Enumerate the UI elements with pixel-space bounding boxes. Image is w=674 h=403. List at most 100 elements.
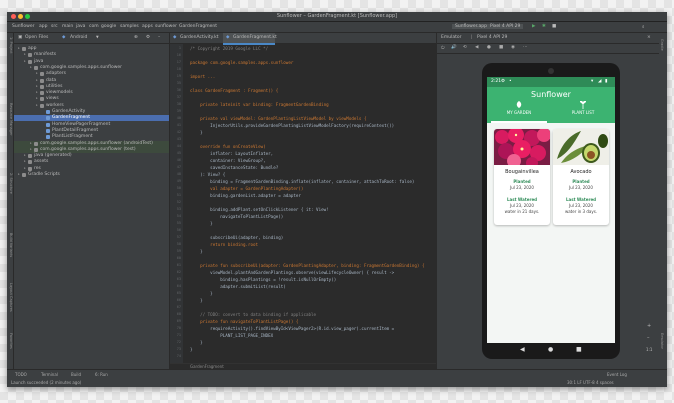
code-line[interactable]: adapter.submitList(result)	[190, 284, 286, 290]
tool-window-structure[interactable]: 2: Structure	[7, 173, 13, 194]
code-line[interactable]: // TODO: convert to data binding if appl…	[190, 312, 316, 318]
expand-arrow-icon[interactable]: ▸	[24, 59, 26, 63]
tab-garden-fragment[interactable]: ◆ GardenFragment.kt	[223, 33, 277, 45]
zoom-in-icon[interactable]: +	[647, 323, 651, 329]
tree-item[interactable]: ▸ Gradle Scripts	[14, 172, 169, 178]
volume-up-icon[interactable]: 🔊	[451, 45, 457, 50]
code-line[interactable]: /* Copyright 2019 Google LLC */	[190, 46, 268, 52]
tree-item[interactable]: GardenActivity	[14, 109, 169, 115]
search-icon[interactable]: ⌕	[642, 24, 645, 30]
code-line[interactable]: }	[190, 298, 203, 304]
tab-plant-list[interactable]: PLANT LIST	[551, 110, 615, 115]
code-line[interactable]: requireActivity().findViewById<ViewPager…	[190, 326, 394, 332]
nav-crumb[interactable]: samples	[120, 24, 139, 29]
tab-garden-activity[interactable]: ◆ GardenActivity.kt	[170, 33, 222, 43]
open-files-tab[interactable]: Open Files	[25, 35, 48, 40]
expand-arrow-icon[interactable]: ▸	[36, 96, 38, 100]
expand-arrow-icon[interactable]: ▸	[30, 65, 32, 69]
tool-window-gradle[interactable]: Gradle	[660, 39, 664, 51]
target-icon[interactable]: ⊕	[134, 35, 138, 40]
tree-item[interactable]: ▸ assets	[14, 159, 169, 165]
plant-card-avocado[interactable]: Avocado Planted Jul 23, 2020 Last Watere…	[553, 129, 609, 225]
nav-crumb[interactable]: google	[101, 24, 116, 29]
tree-item[interactable]: ▸ com.google.samples.apps.sunflower	[14, 65, 169, 71]
code-line[interactable]: }	[190, 249, 203, 255]
code-line[interactable]: InjectorUtils.provideGardenPlantingListV…	[190, 123, 394, 129]
recents-nav-icon[interactable]: ■	[576, 346, 582, 353]
run-icon[interactable]: ▶	[532, 24, 535, 29]
code-line[interactable]: class GardenFragment : Fragment() {	[190, 88, 278, 94]
tree-item[interactable]: ▸ res	[14, 166, 169, 172]
code-line[interactable]: private fun subscribeUi(adapter: GardenP…	[190, 263, 424, 269]
rotate-icon[interactable]: ⟲	[463, 45, 467, 50]
tree-item[interactable]: ▸ com.google.samples.apps.sunflower (test…	[14, 146, 169, 153]
code-line[interactable]: private lateinit var binding: FragmentGa…	[190, 102, 329, 108]
code-line[interactable]: container: ViewGroup?,	[190, 158, 265, 164]
tool-window-project[interactable]: 1: Project	[7, 37, 13, 54]
tree-item[interactable]: ▸ java	[14, 59, 169, 65]
plant-card-bougainvillea[interactable]: Bougainvillea Planted Jul 23, 2020 Last …	[494, 129, 550, 225]
expand-arrow-icon[interactable]: ▸	[36, 90, 38, 94]
tree-item[interactable]: PlantListFragment	[14, 134, 169, 140]
code-line[interactable]: inflater: LayoutInflater,	[190, 151, 273, 157]
tree-item[interactable]: ▸ com.google.samples.apps.sunflower (andr…	[14, 140, 169, 147]
code-line[interactable]: }	[190, 340, 203, 346]
expand-arrow-icon[interactable]: ▸	[30, 141, 32, 145]
tree-item[interactable]: ▸ viewmodels	[14, 90, 169, 96]
tree-item[interactable]: ▸ utilities	[14, 84, 169, 90]
code-line[interactable]: override fun onCreateView(	[190, 144, 266, 150]
run-config-select[interactable]: Sunflower.app	[452, 24, 490, 29]
emulator-tab[interactable]: Emulator	[441, 35, 461, 40]
hide-icon[interactable]: –	[158, 35, 160, 40]
code-line[interactable]: package com.google.samples.apps.sunflowe…	[190, 60, 293, 66]
tool-window-layout-captures[interactable]: Layout Captures	[7, 283, 13, 312]
tree-item[interactable]: HomeViewPagerFragment	[14, 122, 169, 128]
expand-arrow-icon[interactable]: ▸	[18, 46, 20, 50]
more-icon[interactable]: ⋯	[523, 45, 528, 50]
code-line[interactable]: savedInstanceState: Bundle?	[190, 165, 278, 171]
code-line[interactable]: }	[190, 130, 203, 136]
power-icon[interactable]: ⏻	[441, 45, 445, 51]
code-line[interactable]: }	[190, 291, 213, 297]
tool-run[interactable]: 6: Run	[95, 372, 108, 377]
code-line[interactable]: binding.hasPlantings = !result.isNullOrE…	[190, 277, 336, 283]
nav-crumb[interactable]: com	[89, 24, 99, 29]
code-line[interactable]: navigateToPlantListPage()	[190, 214, 283, 220]
gear-icon[interactable]: ⚙	[146, 35, 150, 40]
code-line[interactable]: }	[190, 347, 193, 353]
code-line[interactable]: val adapter = GardenPlantingAdapter()	[190, 186, 303, 192]
home-icon[interactable]: ●	[487, 45, 491, 50]
code-line[interactable]: binding.gardenList.adapter = adapter	[190, 193, 301, 199]
nav-crumb[interactable]: java	[76, 24, 85, 29]
code-line[interactable]: binding = FragmentGardenBinding.inflate(…	[190, 179, 414, 185]
expand-arrow-icon[interactable]: ▸	[36, 103, 38, 107]
code-line[interactable]: return binding.root	[190, 242, 258, 248]
device-select[interactable]: Pixel 4 API 29	[487, 24, 524, 29]
expand-arrow-icon[interactable]: ▸	[24, 52, 26, 56]
code-line[interactable]: }	[190, 221, 213, 227]
fit-screen-icon[interactable]: 1:1	[646, 347, 652, 352]
expand-arrow-icon[interactable]: ▸	[24, 153, 26, 157]
nav-crumb[interactable]: GardenFragment	[179, 24, 217, 29]
tool-build[interactable]: Build	[71, 372, 81, 377]
tool-terminal[interactable]: Terminal	[41, 372, 58, 377]
expand-arrow-icon[interactable]: ▸	[36, 71, 38, 75]
code-line[interactable]: subscribeUi(adapter, binding)	[190, 235, 283, 241]
nav-crumb[interactable]: sunflower	[155, 24, 177, 29]
tree-item[interactable]: PlantDetailFragment	[14, 128, 169, 134]
tree-item[interactable]: GardenFragment	[14, 115, 169, 122]
tree-item[interactable]: ▸ manifests	[14, 52, 169, 58]
nav-crumb[interactable]: src	[51, 24, 58, 29]
stop-icon[interactable]: ■	[552, 24, 556, 29]
chevron-down-icon[interactable]: ▼	[96, 35, 99, 39]
expand-arrow-icon[interactable]: ▸	[36, 84, 38, 88]
tree-item[interactable]: ▸ workers	[14, 103, 169, 109]
code-line[interactable]: binding.addPlant.setOnClickListener { it…	[190, 207, 329, 213]
code-line[interactable]: private fun navigateToPlantListPage() {	[190, 319, 298, 325]
snapshot-icon[interactable]: ◉	[511, 45, 515, 50]
expand-arrow-icon[interactable]: ▸	[30, 147, 32, 151]
expand-arrow-icon[interactable]: ▸	[24, 166, 26, 170]
expand-arrow-icon[interactable]: ▸	[36, 78, 38, 82]
code-line[interactable]: import ...	[190, 74, 215, 80]
tree-item[interactable]: ▸ data	[14, 78, 169, 84]
